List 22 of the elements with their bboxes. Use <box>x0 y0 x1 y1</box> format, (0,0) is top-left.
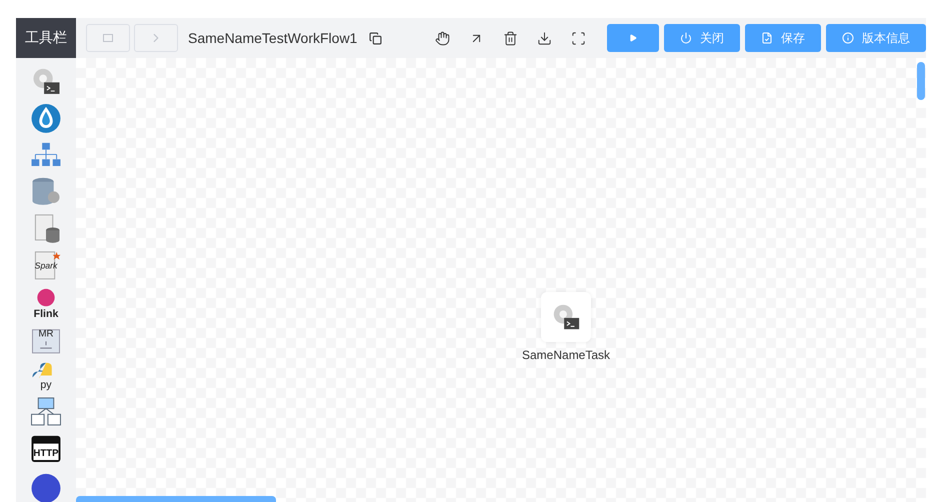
document-icon <box>761 32 773 44</box>
task-node[interactable] <box>541 292 592 342</box>
download-icon[interactable] <box>537 30 552 46</box>
node-label: SameNameTask <box>522 348 610 362</box>
trash-icon[interactable] <box>503 30 518 46</box>
info-icon <box>842 32 854 44</box>
workflow-name: SameNameTestWorkFlow1 <box>188 30 358 46</box>
scrollbar-thumb[interactable] <box>917 62 925 100</box>
scrollbar-thumb[interactable] <box>76 496 276 502</box>
copy-button[interactable] <box>369 32 382 44</box>
panel-icon <box>103 34 113 42</box>
toolbar-title: 工具栏 <box>16 18 76 58</box>
logo-text: Spark <box>34 260 58 270</box>
gear-terminal-icon <box>551 302 582 332</box>
hand-icon[interactable] <box>435 30 450 46</box>
toggle-button[interactable] <box>86 24 130 52</box>
fullscreen-icon[interactable] <box>571 30 586 46</box>
flow-terminals-icon[interactable] <box>30 397 62 428</box>
play-icon <box>629 34 637 42</box>
power-icon <box>680 32 692 44</box>
water-drop-icon[interactable] <box>30 102 62 134</box>
database-gear-icon[interactable] <box>30 176 62 208</box>
